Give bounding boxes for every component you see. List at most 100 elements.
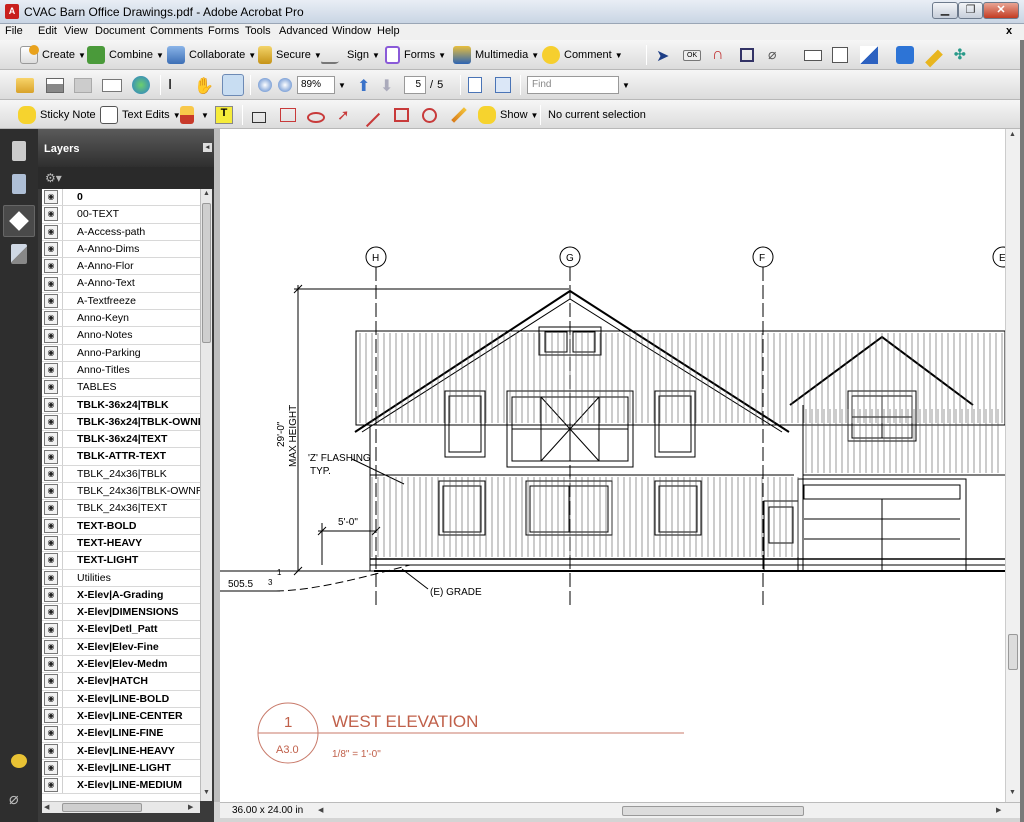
scroll-thumb[interactable]	[1008, 634, 1018, 670]
select-tool-button[interactable]: ➤	[656, 44, 674, 66]
secure-button[interactable]: Secure ▼	[258, 44, 322, 66]
zoom-combo[interactable]: 89% ▼	[297, 74, 346, 96]
layer-row[interactable]: ◉ TBLK_24x36|TEXT	[42, 500, 200, 518]
arrow-tool-button[interactable]: ➚	[337, 104, 355, 126]
layer-row[interactable]: ◉ X-Elev|LINE-LIGHT	[42, 759, 200, 778]
cloud-tool-button[interactable]	[307, 104, 325, 126]
find-box[interactable]: Find ▼	[527, 74, 630, 96]
layer-row[interactable]: ◉ X-Elev|DIMENSIONS	[42, 604, 200, 622]
eye-icon[interactable]: ◉	[44, 778, 58, 793]
find-input[interactable]: Find	[527, 76, 619, 94]
eye-icon[interactable]: ◉	[44, 207, 58, 222]
menu-tools[interactable]: Tools	[245, 25, 271, 37]
rectangle-tool-button[interactable]	[394, 104, 409, 126]
layer-row[interactable]: ◉ X-Elev|LINE-BOLD	[42, 690, 200, 708]
eye-icon[interactable]: ◉	[44, 709, 58, 724]
crop-tool-button[interactable]	[740, 44, 754, 66]
menu-view[interactable]: View	[64, 25, 88, 37]
highlight-button[interactable]: T	[215, 104, 233, 126]
layer-row[interactable]: ◉ Anno-Notes	[42, 327, 200, 345]
layer-row[interactable]: ◉ X-Elev|LINE-FINE	[42, 725, 200, 743]
text-edits-button[interactable]: Text Edits ▼	[100, 104, 181, 126]
layer-row[interactable]: ◉ TBLK_24x36|TBLK	[42, 465, 200, 484]
create-button[interactable]: Create ▼	[20, 44, 86, 66]
layer-row[interactable]: ◉ TBLK-36x24|TBLK	[42, 396, 200, 414]
menu-window[interactable]: Window	[332, 25, 371, 37]
eye-icon[interactable]: ◉	[44, 622, 58, 637]
layer-row[interactable]: ◉ X-Elev|A-Grading	[42, 586, 200, 605]
oval-tool-button[interactable]	[422, 104, 437, 126]
eye-icon[interactable]: ◉	[44, 242, 58, 257]
callout-tool-button[interactable]	[252, 104, 266, 126]
attach-tool-button[interactable]: ⌀	[768, 44, 786, 66]
open-button[interactable]	[16, 74, 34, 96]
layer-row[interactable]: ◉ TEXT-LIGHT	[42, 552, 200, 570]
text-box-tool-button[interactable]	[280, 104, 296, 126]
menu-comments[interactable]: Comments	[150, 25, 203, 37]
eye-icon[interactable]: ◉	[44, 553, 58, 568]
menu-help[interactable]: Help	[377, 25, 400, 37]
eye-icon[interactable]: ◉	[44, 345, 58, 360]
layer-row[interactable]: ◉ A-Access-path	[42, 223, 200, 241]
print-button[interactable]	[46, 74, 64, 96]
sticky-note-button[interactable]: Sticky Note	[18, 104, 96, 126]
scroll-right-arrow[interactable]: ▶	[996, 806, 1001, 814]
zoom-out-button[interactable]	[258, 74, 272, 96]
eye-icon[interactable]: ◉	[44, 587, 58, 602]
forms-button[interactable]: Forms ▼	[385, 44, 446, 66]
select-text-button[interactable]: Ⅰ	[168, 74, 186, 96]
gear-icon[interactable]: ⚙▾	[45, 171, 62, 185]
text-field-tool-button[interactable]	[804, 44, 822, 66]
minimize-button[interactable]: ▁	[932, 2, 958, 19]
eye-icon[interactable]: ◉	[44, 639, 58, 654]
attachments-icon[interactable]: ⌀	[9, 789, 29, 809]
eye-icon[interactable]: ◉	[44, 518, 58, 533]
layer-row[interactable]: ◉ Anno-Titles	[42, 361, 200, 380]
maximize-button[interactable]: ❐	[958, 2, 983, 19]
eye-icon[interactable]: ◉	[44, 397, 58, 412]
layer-row[interactable]: ◉ Anno-Parking	[42, 344, 200, 362]
comment-button[interactable]: Comment ▼	[542, 44, 623, 66]
layer-row[interactable]: ◉ 00-TEXT	[42, 206, 200, 224]
close-document-button[interactable]: x	[1006, 25, 1012, 37]
scroll-left-arrow[interactable]: ◀	[44, 803, 49, 811]
collapse-panel-button[interactable]: ◂	[203, 143, 212, 152]
marquee-zoom-button[interactable]	[222, 74, 244, 96]
layer-row[interactable]: ◉ 0	[42, 189, 200, 207]
layer-row[interactable]: ◉ X-Elev|LINE-CENTER	[42, 707, 200, 726]
layer-row[interactable]: ◉ X-Elev|Detl_Patt	[42, 621, 200, 639]
form-tool-button[interactable]	[832, 44, 848, 66]
export-button[interactable]	[896, 44, 914, 66]
browser-button[interactable]	[132, 74, 150, 96]
eye-icon[interactable]: ◉	[44, 190, 58, 205]
snap-tool-button[interactable]: ✣	[954, 44, 972, 66]
pencil-tool-button[interactable]	[450, 104, 467, 126]
scroll-down-arrow[interactable]: ▼	[1009, 789, 1016, 796]
scroll-thumb[interactable]	[202, 203, 211, 343]
document-view[interactable]: H G F E 29'-0" MAX HEIGHT 'Z' FLASHING T…	[214, 129, 1005, 802]
layers-icon[interactable]	[3, 205, 35, 237]
zoom-level-field[interactable]: 89%	[297, 76, 335, 94]
show-button[interactable]: Show ▼	[478, 104, 538, 126]
eye-icon[interactable]: ◉	[44, 449, 58, 464]
save-button[interactable]	[74, 74, 92, 96]
fit-page-button[interactable]	[495, 74, 511, 96]
eye-icon[interactable]: ◉	[44, 432, 58, 447]
line-tool-button[interactable]	[364, 104, 382, 128]
layers-vertical-scrollbar[interactable]: ▲ ▼	[200, 189, 212, 801]
layer-row[interactable]: ◉ Utilities	[42, 569, 200, 587]
eye-icon[interactable]: ◉	[44, 363, 58, 378]
page-number-field[interactable]: 5	[404, 76, 426, 94]
layer-row[interactable]: ◉ TBLK-36x24|TEXT	[42, 431, 200, 449]
layer-row[interactable]: ◉ TBLK_24x36|TBLK-OWNR-TE	[42, 483, 200, 501]
eye-icon[interactable]: ◉	[44, 674, 58, 689]
eye-icon[interactable]: ◉	[44, 224, 58, 239]
layers-horizontal-scrollbar[interactable]: ◀ ▶	[42, 801, 200, 813]
scroll-thumb[interactable]	[62, 803, 142, 812]
layer-row[interactable]: ◉ A-Textfreeze	[42, 292, 200, 311]
scroll-left-arrow[interactable]: ◀	[318, 806, 323, 814]
eye-icon[interactable]: ◉	[44, 726, 58, 741]
eye-icon[interactable]: ◉	[44, 415, 58, 429]
stamp-button[interactable]: ▼	[180, 104, 209, 126]
eye-icon[interactable]: ◉	[44, 605, 58, 620]
